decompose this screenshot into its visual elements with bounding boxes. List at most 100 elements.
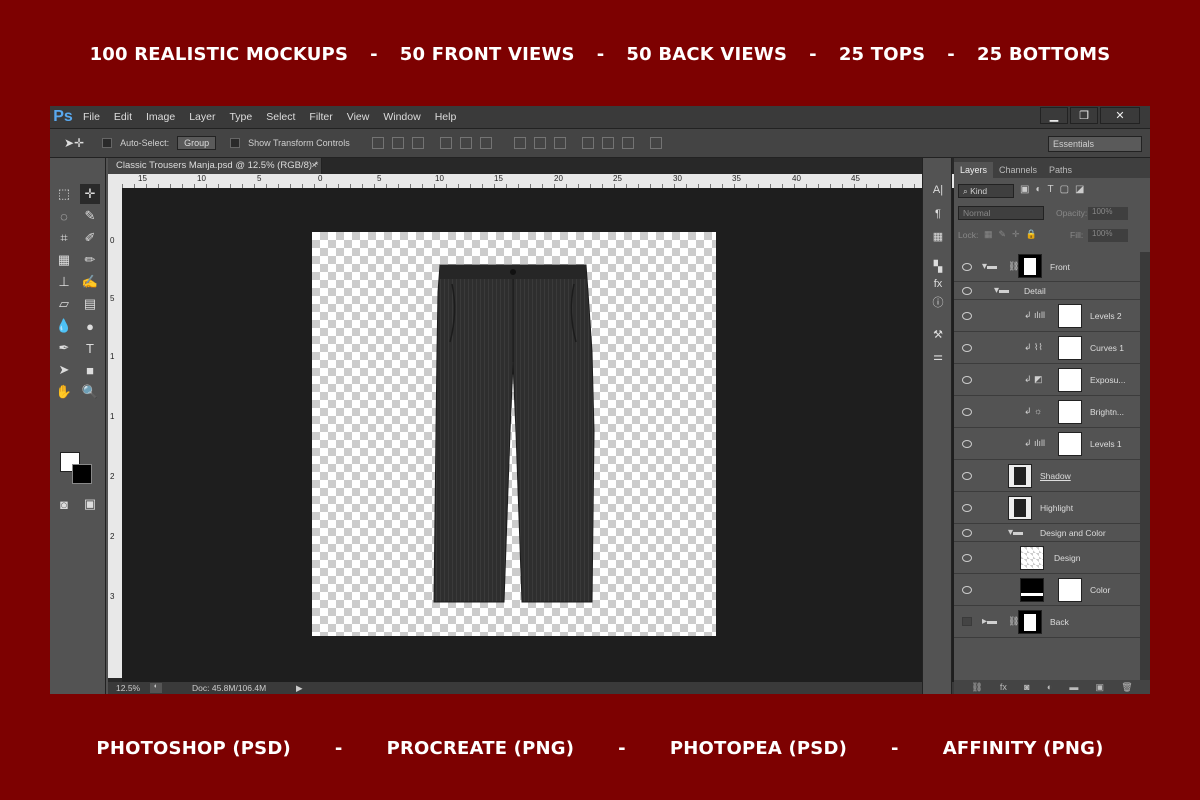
layer-row[interactable]: ↲ ☼ Brightn... [954,396,1140,428]
eyedropper-tool-icon[interactable]: ✐ [80,228,100,248]
menu-help[interactable]: Help [428,111,464,123]
path-select-tool-icon[interactable]: ➤ [54,360,74,380]
visibility-eye-icon[interactable] [962,311,972,320]
opacity-input[interactable]: 100% [1088,207,1128,220]
restore-button[interactable]: ❐ [1070,107,1098,124]
align-bottom-icon[interactable] [411,137,424,149]
close-tab-icon[interactable]: × [311,158,317,174]
move-tool-icon[interactable]: ✛ [80,184,100,204]
add-mask-icon[interactable]: ◙ [1024,682,1029,692]
layer-row[interactable]: ▾▬ ⛓ Front [954,252,1140,282]
link-layers-icon[interactable]: ⛓ [971,682,982,693]
blur-tool-icon[interactable]: 💧 [54,316,74,336]
canvas-area[interactable] [122,188,958,682]
align-top-icon[interactable] [371,137,384,149]
move-tool-icon[interactable]: ➤✛ [64,136,84,150]
layer-row[interactable]: ▾▬ Detail [954,282,1140,300]
visibility-eye-icon[interactable] [962,439,972,448]
status-info-icon[interactable]: ◐ [150,683,162,693]
glyphs-panel-icon[interactable]: ▦ [930,228,946,244]
layer-row[interactable]: ↲ ◩ Exposu... [954,364,1140,396]
info-panel-icon[interactable]: ⓘ [930,294,946,310]
distribute-bottom-icon[interactable] [553,137,566,149]
visibility-eye-icon[interactable] [962,375,972,384]
blend-mode-select[interactable]: Normal [958,206,1044,220]
eraser-tool-icon[interactable]: ▱ [54,294,74,314]
trash-icon[interactable]: 🗑 [1121,682,1132,693]
align-vcenter-icon[interactable] [391,137,404,149]
adjustments-panel-icon[interactable]: ⚌ [930,348,946,364]
background-color-swatch[interactable] [72,464,92,484]
new-group-icon[interactable]: ▬ [1069,682,1078,692]
status-menu-icon[interactable]: ▶ [296,683,303,694]
document-tab[interactable]: Classic Trousers Manja.psd @ 12.5% (RGB/… [108,158,322,174]
align-hcenter-icon[interactable] [459,137,472,149]
screen-mode-icon[interactable]: ▣ [80,494,100,514]
menu-view[interactable]: View [340,111,377,123]
layer-row[interactable]: ▾▬ Design and Color [954,524,1140,542]
layer-row[interactable]: Highlight [954,492,1140,524]
kind-filter-select[interactable]: ⌕ Kind [958,184,1014,198]
new-layer-icon[interactable]: ▣ [1096,682,1105,693]
auto-select-checkbox[interactable] [102,138,113,148]
pen-tool-icon[interactable]: ✒ [54,338,74,358]
visibility-eye-icon[interactable] [962,553,972,562]
visibility-eye-icon[interactable] [962,503,972,512]
menu-edit[interactable]: Edit [107,111,139,123]
marquee-tool-icon[interactable]: ⬚ [54,184,74,204]
zoom-tool-icon[interactable]: 🔍 [80,382,100,402]
visibility-eye-icon[interactable] [962,286,972,295]
auto-align-icon[interactable] [649,137,662,149]
fx-icon[interactable]: fx [1000,682,1007,692]
visibility-eye-icon[interactable] [962,407,972,416]
menu-select[interactable]: Select [259,111,302,123]
layer-row[interactable]: ▸▬ ⛓ Back [954,606,1140,638]
filter-icons[interactable]: ▣◐T▢◪ [1020,184,1091,195]
close-button[interactable]: ✕ [1100,107,1140,124]
lasso-tool-icon[interactable]: ◌ [54,206,74,226]
layer-row[interactable]: Color [954,574,1140,606]
menu-file[interactable]: File [76,111,107,123]
paragraph-panel-icon[interactable]: ¶ [930,206,946,222]
show-transform-checkbox[interactable] [230,138,241,148]
distribute-hcenter-icon[interactable] [601,137,614,149]
menu-image[interactable]: Image [139,111,182,123]
visibility-eye-icon[interactable] [962,528,972,537]
align-left-icon[interactable] [439,137,452,149]
dodge-tool-icon[interactable]: ● [80,316,100,336]
distribute-top-icon[interactable] [513,137,526,149]
menu-layer[interactable]: Layer [182,111,222,123]
layers-scrollbar[interactable] [1140,252,1150,680]
layer-row[interactable]: ↲ ılıll Levels 2 [954,300,1140,332]
tool-presets-icon[interactable]: ⚒ [930,326,946,342]
layer-row[interactable]: Shadow [954,460,1140,492]
distribute-vcenter-icon[interactable] [533,137,546,149]
zoom-level[interactable]: 12.5% [116,683,150,693]
transparent-canvas[interactable] [312,232,716,636]
stamp-tool-icon[interactable]: ⊥ [54,272,74,292]
menu-filter[interactable]: Filter [302,111,339,123]
fx-panel-icon[interactable]: fx [930,276,946,292]
history-brush-tool-icon[interactable]: ✍ [80,272,100,292]
group-select[interactable]: Group [177,136,217,150]
gradient-tool-icon[interactable]: ▤ [80,294,100,314]
lock-icons[interactable]: ▦✎✛🔒 [984,229,1043,240]
fill-input[interactable]: 100% [1088,229,1128,242]
tab-paths[interactable]: Paths [1043,162,1078,178]
visibility-eye-icon[interactable] [962,262,972,271]
visibility-eye-icon[interactable] [962,585,972,594]
visibility-eye-icon[interactable] [962,343,972,352]
type-tool-icon[interactable]: T [80,338,100,358]
menu-window[interactable]: Window [376,111,427,123]
quick-mask-icon[interactable]: ◙ [54,494,74,514]
distribute-left-icon[interactable] [581,137,594,149]
shape-tool-icon[interactable]: ■ [80,360,100,380]
minimize-button[interactable]: ▁ [1040,107,1068,124]
character-panel-icon[interactable]: A| [930,182,946,198]
styles-panel-icon[interactable]: ▚ [930,258,946,274]
healing-tool-icon[interactable]: ▦ [54,250,74,270]
tab-channels[interactable]: Channels [993,162,1043,178]
visibility-toggle-off[interactable] [962,617,972,626]
workspace-select[interactable]: Essentials [1048,136,1142,152]
crop-tool-icon[interactable]: ⌗ [54,228,74,248]
